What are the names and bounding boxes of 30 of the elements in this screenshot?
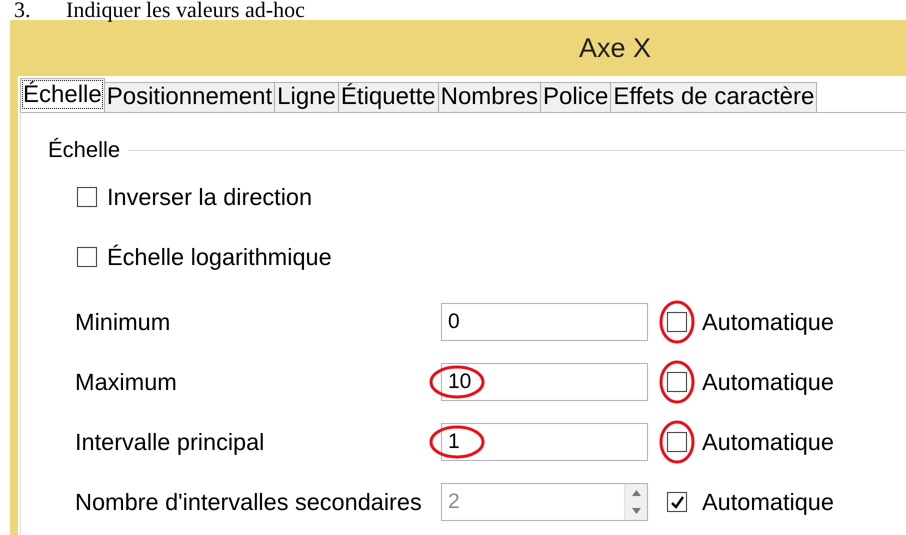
down-arrow-icon[interactable] — [632, 508, 640, 514]
tab[interactable]: Positionnement — [104, 82, 276, 112]
tab[interactable]: Nombres — [438, 82, 541, 112]
checkbox[interactable] — [77, 247, 97, 267]
list-number: 3. — [14, 0, 32, 20]
tab[interactable]: Étiquette — [338, 82, 439, 112]
checkbox[interactable] — [667, 372, 687, 392]
up-arrow-icon[interactable] — [632, 490, 640, 496]
window-title: Axe X — [579, 32, 652, 64]
checkbox[interactable] — [667, 432, 687, 452]
checkbox[interactable] — [667, 312, 687, 332]
field-label: Intervalle principal — [75, 428, 266, 456]
tab[interactable]: Ligne — [274, 82, 339, 112]
checkbox-label[interactable]: Échelle logarithmique — [107, 244, 332, 270]
input-field[interactable]: 0 — [441, 303, 648, 341]
checkbox[interactable] — [77, 187, 97, 207]
checkbox-label[interactable]: Inverser la direction — [107, 184, 312, 210]
tab[interactable]: Effets de caractère — [610, 82, 818, 112]
input-field[interactable]: 10 — [441, 363, 648, 401]
checkbox-label[interactable]: Automatique — [702, 428, 834, 456]
group-title: Échelle — [48, 137, 120, 163]
field-label: Maximum — [75, 368, 178, 396]
tab[interactable]: Échelle — [20, 78, 105, 112]
field-label: Minimum — [75, 308, 172, 336]
field-label: Nombre d'intervalles secondaires — [75, 488, 423, 516]
checkbox-label[interactable]: Automatique — [702, 308, 834, 336]
instruction-text: Indiquer les valeurs ad-hoc — [66, 0, 305, 20]
checkbox-label[interactable]: Automatique — [702, 368, 834, 396]
input-field[interactable]: 1 — [441, 423, 648, 461]
tab[interactable]: Police — [540, 82, 612, 112]
